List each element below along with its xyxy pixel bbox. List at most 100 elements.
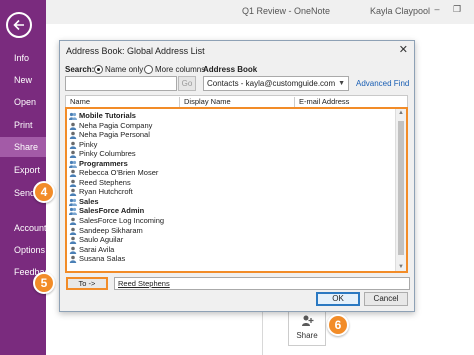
row-name: Pinky <box>79 139 98 149</box>
sidebar-item-new[interactable]: New <box>0 70 46 90</box>
advanced-find-link[interactable]: Advanced Find <box>356 79 409 88</box>
row-name: SalesForce Admin <box>79 206 145 216</box>
contact-icon <box>69 122 77 130</box>
contact-icon <box>69 141 77 149</box>
user-name[interactable]: Kayla Claypool <box>370 6 430 16</box>
step-callout-5: 5 <box>33 272 55 294</box>
to-field[interactable]: Reed Stephens <box>114 277 410 290</box>
restore-icon[interactable]: ❐ <box>450 2 464 16</box>
sidebar-item-export[interactable]: Export <box>0 160 46 180</box>
group-row[interactable]: Programmers <box>67 159 396 169</box>
contact-icon <box>69 227 77 235</box>
vertical-scrollbar[interactable]: ▲ ▼ <box>395 109 406 271</box>
scrollbar-thumb[interactable] <box>398 121 404 255</box>
ok-button[interactable]: OK <box>316 292 360 306</box>
sidebar-item-info[interactable]: Info <box>0 48 46 68</box>
cancel-button[interactable]: Cancel <box>364 292 408 306</box>
backstage-sidebar: Info New Open Print Share Export Send Ac… <box>0 0 54 355</box>
row-name: Sarai Avila <box>79 244 115 254</box>
title-bar: Q1 Review - OneNote Kayla Claypool – ❐ <box>46 0 474 24</box>
contact-icon <box>69 150 77 159</box>
back-button[interactable] <box>6 12 32 38</box>
row-name: Neha Pagia Personal <box>79 130 150 140</box>
to-button[interactable]: To -> <box>66 277 108 290</box>
contact-row[interactable]: Rebecca O'Brien Moser <box>67 168 396 178</box>
contact-icon <box>69 255 77 264</box>
name-only-radio[interactable] <box>94 65 103 74</box>
go-button[interactable]: Go <box>178 76 196 91</box>
sidebar-item-print[interactable]: Print <box>0 115 46 135</box>
sidebar-item-options[interactable]: Options <box>0 240 46 260</box>
contact-row[interactable]: Susana Salas <box>67 254 396 264</box>
column-header-email[interactable]: E-mail Address <box>299 97 349 106</box>
sidebar-item-account[interactable]: Account <box>0 218 47 238</box>
row-name: Ryan Hutchcroft <box>79 187 133 197</box>
minimize-icon[interactable]: – <box>430 2 444 16</box>
group-row[interactable]: SalesForce Admin <box>67 206 396 216</box>
contact-icon <box>69 179 77 187</box>
name-only-label[interactable]: Name only <box>105 65 143 74</box>
scroll-down-icon[interactable]: ▼ <box>398 264 404 270</box>
list-header: Name Display Name E-mail Address <box>65 95 408 107</box>
row-name: Programmers <box>79 158 128 168</box>
column-divider[interactable] <box>179 97 180 107</box>
contact-row[interactable]: Neha Pagia Company <box>67 121 396 131</box>
row-name: Reed Stephens <box>79 177 131 187</box>
row-name: Sales <box>79 196 99 206</box>
group-icon <box>69 112 77 120</box>
contact-icon <box>69 189 77 197</box>
column-divider[interactable] <box>294 97 295 107</box>
to-field-value: Reed Stephens <box>118 279 170 288</box>
contact-list-rows: Mobile Tutorials Neha Pagia Company Neha P… <box>67 111 396 264</box>
contact-icon <box>69 246 77 254</box>
close-icon[interactable]: ✕ <box>399 43 408 56</box>
row-name: Rebecca O'Brien Moser <box>79 168 159 178</box>
row-name: Mobile Tutorials <box>79 111 136 120</box>
contact-icon <box>69 131 77 140</box>
contact-icon <box>69 236 77 245</box>
contact-row[interactable]: Pinky <box>67 140 396 150</box>
search-label: Search: <box>65 65 95 74</box>
contact-row[interactable]: Neha Pagia Personal <box>67 130 396 140</box>
row-name: Neha Pagia Company <box>79 120 153 130</box>
column-header-display-name[interactable]: Display Name <box>184 97 231 106</box>
search-input[interactable] <box>65 76 177 91</box>
contact-row[interactable]: Sandeep Sikharam <box>67 226 396 236</box>
app-title: Q1 Review - OneNote <box>242 6 331 16</box>
address-book-select[interactable]: Contacts - kayla@customguide.com ▼ <box>203 76 349 91</box>
address-book-label: Address Book <box>203 65 258 74</box>
sidebar-item-open[interactable]: Open <box>0 92 46 112</box>
group-row[interactable]: Sales <box>67 197 396 207</box>
share-tile-label: Share <box>296 331 318 340</box>
more-columns-radio[interactable] <box>144 65 153 74</box>
address-book-dialog: Address Book: Global Address List ✕ Sear… <box>59 40 415 312</box>
group-row[interactable]: Mobile Tutorials <box>67 111 396 121</box>
contact-row[interactable]: Sarai Avila <box>67 245 396 255</box>
contact-row[interactable]: Ryan Hutchcroft <box>67 187 396 197</box>
row-name: Saulo Aguilar <box>79 235 124 245</box>
chevron-down-icon: ▼ <box>338 80 345 87</box>
share-tile[interactable]: Share <box>288 308 326 346</box>
contact-icon <box>69 169 77 178</box>
contact-row[interactable]: Reed Stephens <box>67 178 396 188</box>
back-arrow-icon <box>13 19 24 31</box>
column-header-name[interactable]: Name <box>70 97 90 106</box>
contact-row[interactable]: SalesForce Log Incoming <box>67 216 396 226</box>
group-icon <box>69 198 77 206</box>
more-columns-label[interactable]: More columns <box>155 65 205 74</box>
contact-row[interactable]: Pinky Columbres <box>67 149 396 159</box>
share-icon <box>302 315 314 326</box>
row-name: Pinky Columbres <box>79 149 136 159</box>
row-name: SalesForce Log Incoming <box>79 216 165 226</box>
sidebar-item-share[interactable]: Share <box>0 137 46 157</box>
address-book-value: Contacts - kayla@customguide.com <box>207 79 336 88</box>
row-name: Sandeep Sikharam <box>79 225 143 235</box>
contact-list[interactable]: Mobile Tutorials Neha Pagia Company Neha P… <box>65 107 408 273</box>
scroll-up-icon[interactable]: ▲ <box>398 110 404 116</box>
group-icon <box>69 208 77 216</box>
contact-row[interactable]: Saulo Aguilar <box>67 235 396 245</box>
dialog-title: Address Book: Global Address List <box>66 46 205 56</box>
row-name: Susana Salas <box>79 254 126 264</box>
step-callout-6: 6 <box>327 314 349 336</box>
group-icon <box>69 160 77 168</box>
